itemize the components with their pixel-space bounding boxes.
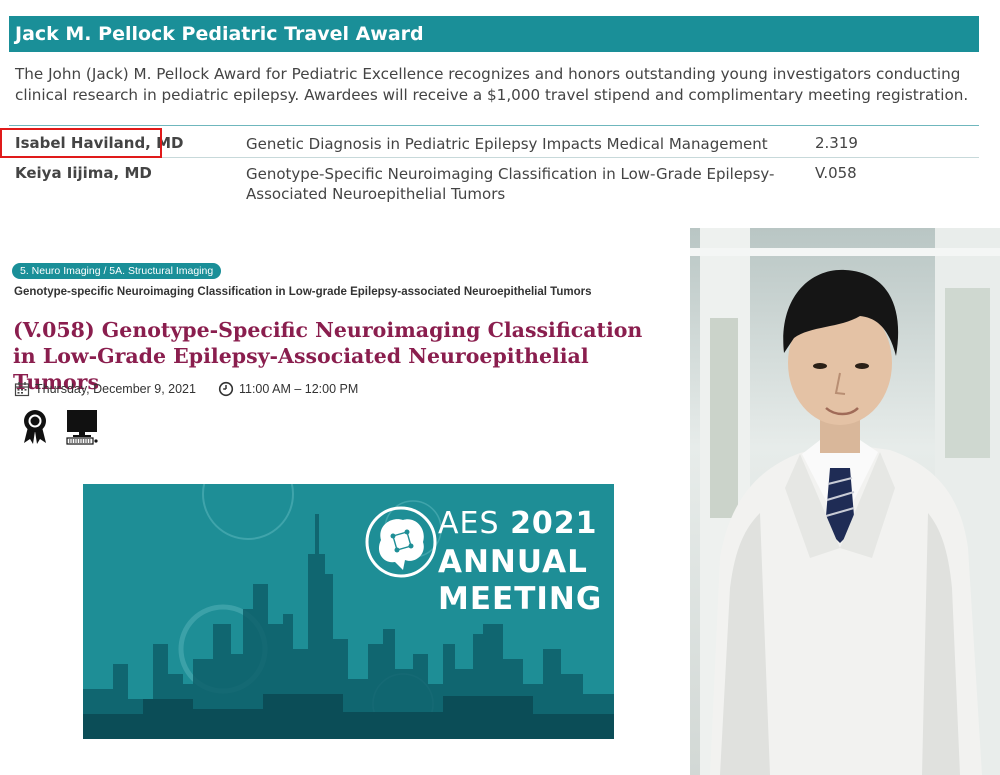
award-description: The John (Jack) M. Pellock Award for Ped… [15,65,969,104]
award-table: Jack M. Pellock Pediatric Travel Award T… [9,16,979,216]
awardee-topic: Genotype-Specific Neuroimaging Classific… [246,165,775,203]
award-title: Jack M. Pellock Pediatric Travel Award [9,16,979,52]
calendar-icon [14,382,30,397]
banner-aes: AES [438,506,511,541]
meeting-banner: AES 2021 ANNUAL MEETING [83,484,614,739]
clock-icon [218,381,234,397]
award-ribbon-icon [24,410,46,444]
abstract-icons [22,409,98,445]
computer-monitor-icon [66,410,98,445]
abstract-code: 2.319 [815,134,858,152]
banner-annual: ANNUAL [438,544,588,580]
banner-text: AES 2021 ANNUAL MEETING [438,504,602,618]
awardee-name: Keiya Iijima, MD [15,164,152,182]
awardee-photo [690,228,1000,775]
table-row: Keiya Iijima, MD Genotype-Specific Neuro… [9,158,979,216]
awardee-topic: Genetic Diagnosis in Pediatric Epilepsy … [246,135,768,153]
banner-year: 2021 [510,506,598,541]
abstract-section: 5. Neuro Imaging / 5A. Structural Imagin… [12,259,672,445]
session-meta: Thursday, December 9, 2021 11:00 AM – 12… [14,381,358,397]
session-date: Thursday, December 9, 2021 [35,382,196,396]
category-tag[interactable]: 5. Neuro Imaging / 5A. Structural Imagin… [12,263,222,279]
session-time: 11:00 AM – 12:00 PM [238,382,359,396]
portrait-graphic [690,228,1000,775]
abstract-subtitle: Genotype-specific Neuroimaging Classific… [14,286,592,298]
name-highlight-box [0,128,162,158]
banner-meeting: MEETING [438,581,603,617]
aes-logo-icon [365,506,437,578]
abstract-code: V.058 [815,164,857,182]
